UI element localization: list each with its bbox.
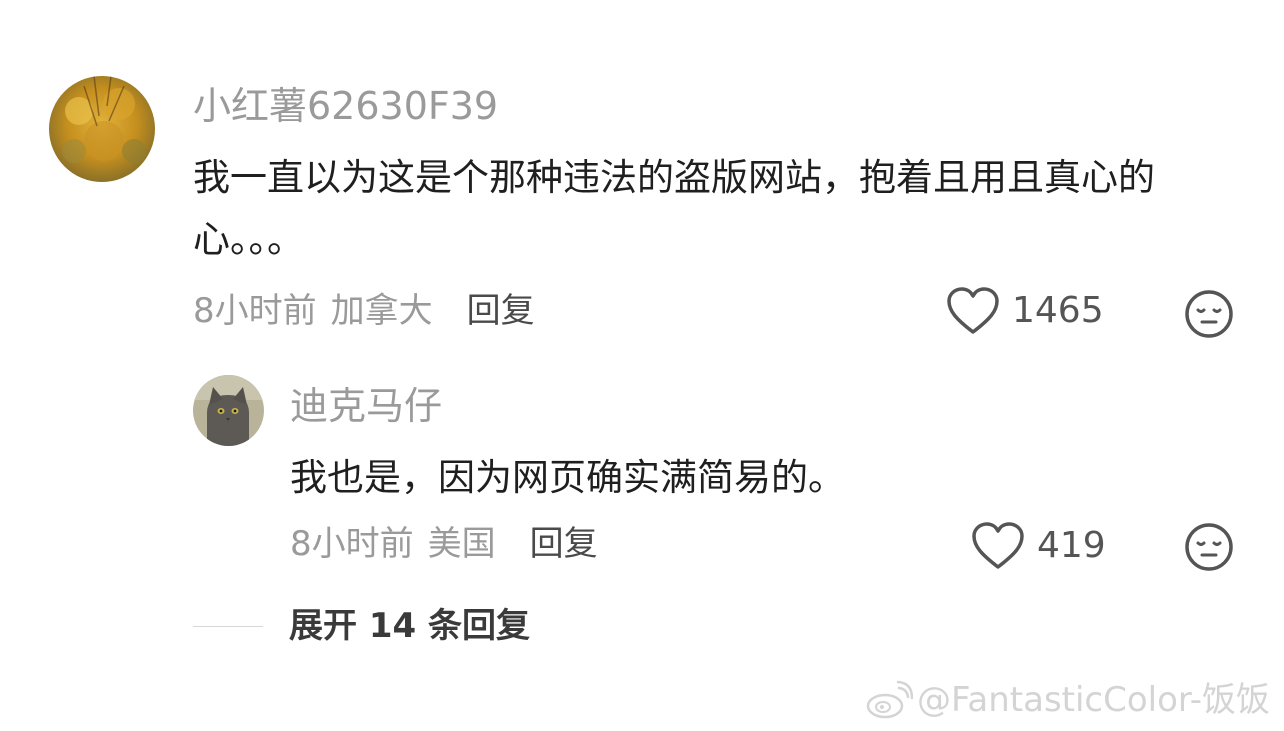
main-comment-time: 8小时前 <box>193 291 317 331</box>
avatar-main-commenter[interactable] <box>49 76 155 182</box>
watermark: @FantasticColor-饭饭 <box>865 678 1270 722</box>
reply-comment-time: 8小时前 <box>290 524 414 564</box>
weibo-logo-icon <box>866 680 913 719</box>
main-comment-meta: 8小时前 加拿大 回复 <box>193 289 535 333</box>
main-comment-like-button[interactable]: 1465 <box>946 287 1104 335</box>
reply-comment-reply-button[interactable]: 回复 <box>530 522 598 566</box>
expand-replies-label: 展开 14 条回复 <box>289 606 530 646</box>
main-comment-reply-button[interactable]: 回复 <box>467 289 535 333</box>
reply-comment-meta: 8小时前 美国 回复 <box>290 522 598 566</box>
cat-avatar-image <box>193 375 264 446</box>
avatar-reply-commenter[interactable] <box>193 375 264 446</box>
reply-comment-text: 我也是，因为网页确实满简易的。 <box>290 456 845 499</box>
heart-outline-icon <box>972 522 1024 569</box>
expand-replies-button[interactable]: 展开 14 条回复 <box>193 602 530 650</box>
expand-divider <box>193 625 263 627</box>
main-comment-like-count: 1465 <box>1012 290 1104 331</box>
reply-comment-location: 美国 <box>427 524 496 564</box>
main-comment-text: 我一直以为这是个那种违法的盗版网站，抱着且用且真心的心。。。 <box>193 156 1155 261</box>
heart-outline-icon <box>947 287 999 334</box>
reply-comment-username[interactable]: 迪克马仔 <box>290 380 442 432</box>
main-comment-username[interactable]: 小红薯62630F39 <box>193 80 498 132</box>
main-comment-dislike-button[interactable] <box>1184 289 1234 339</box>
reply-comment-like-button[interactable]: 419 <box>971 522 1106 570</box>
reply-comment-dislike-button[interactable] <box>1184 522 1234 572</box>
watermark-text: @FantasticColor-饭饭 <box>916 680 1270 720</box>
neutral-face-icon <box>1185 523 1233 571</box>
reply-comment-like-count: 419 <box>1037 525 1106 566</box>
neutral-face-icon <box>1185 290 1233 338</box>
main-comment-location: 加拿大 <box>330 291 433 331</box>
autumn-tree-avatar-image <box>49 76 155 182</box>
